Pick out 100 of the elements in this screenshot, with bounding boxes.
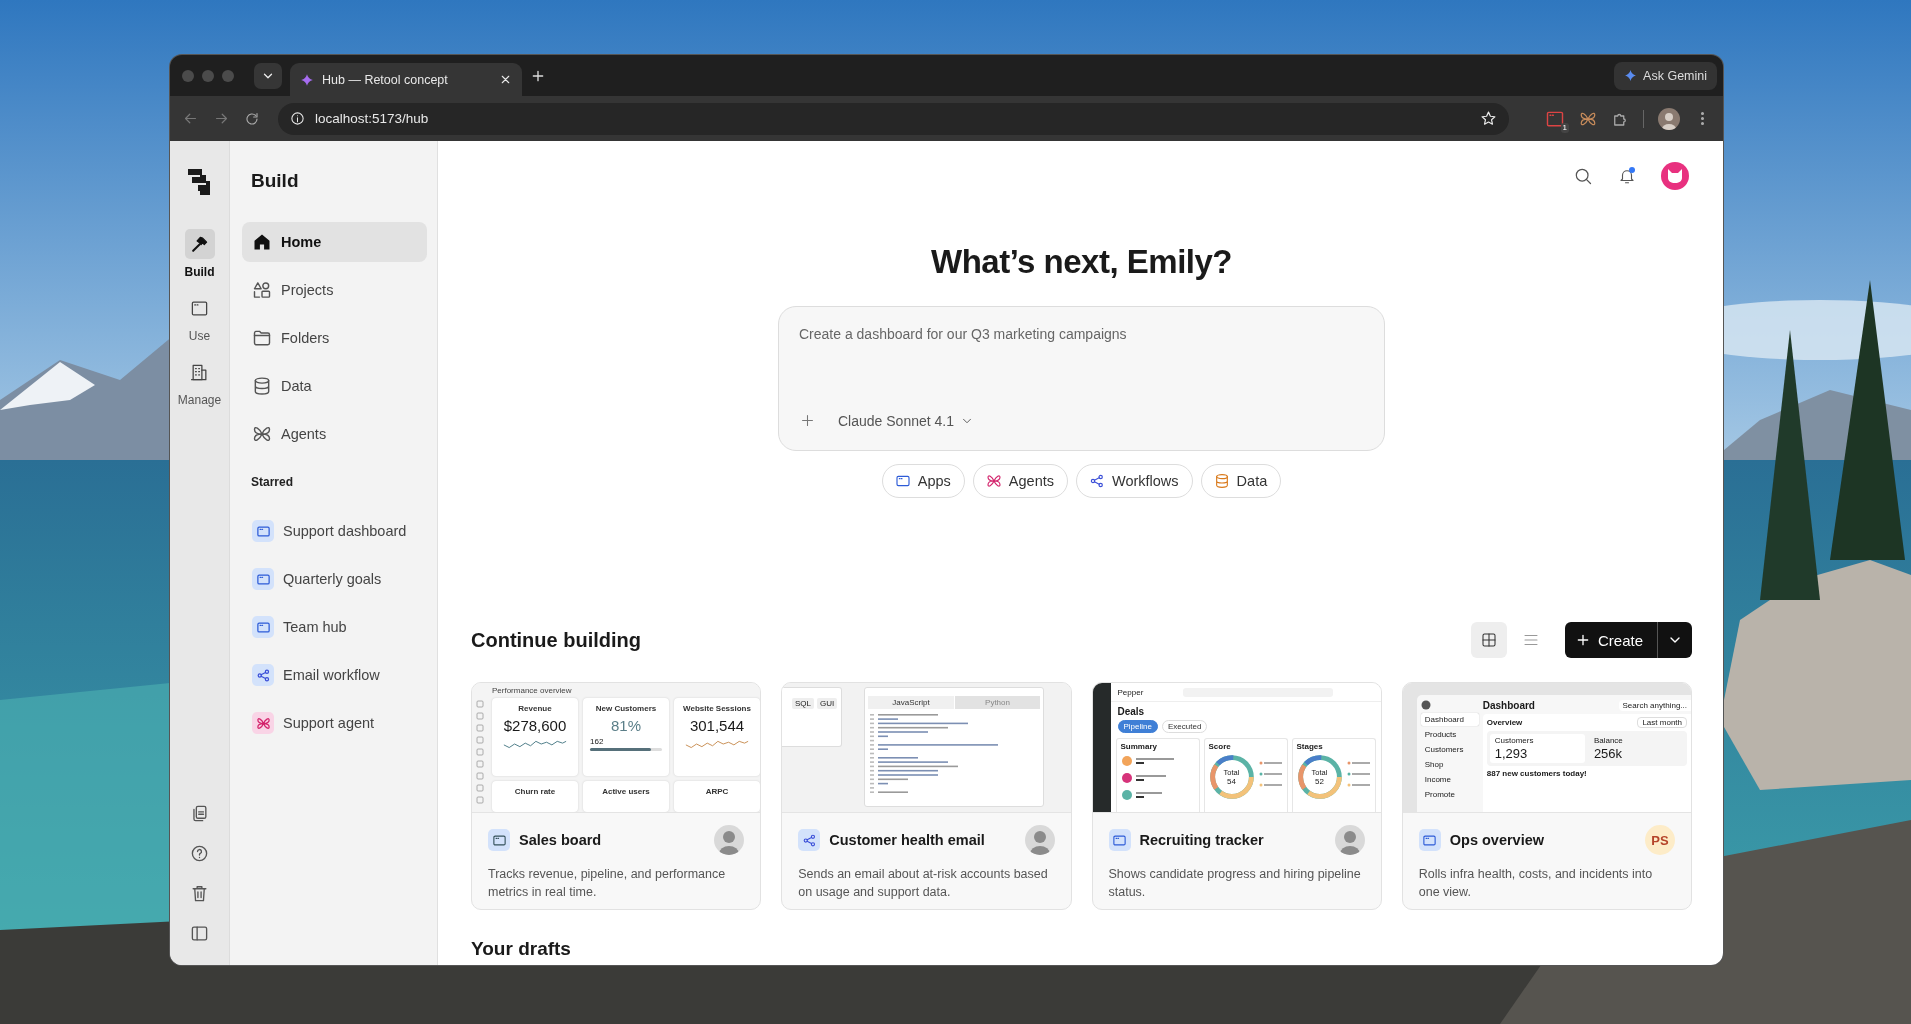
panel-note: 887 new customers today! (1486, 769, 1588, 778)
app-type-icon (1418, 829, 1441, 851)
panel-title: Summary (1120, 742, 1158, 751)
starred-item[interactable]: Support dashboard (242, 511, 427, 551)
app-type-icon (252, 568, 274, 590)
browser-tab[interactable]: Hub — Retool concept (290, 63, 522, 96)
nav-item[interactable]: Products (1420, 728, 1479, 741)
card-title: Recruiting tracker (1139, 832, 1265, 848)
category-chip[interactable]: Data (1200, 464, 1282, 498)
nav-item[interactable]: Dashboard (1420, 713, 1479, 726)
metric-label: New Customers (595, 704, 657, 713)
filter-pill[interactable]: Pipeline (1117, 720, 1158, 733)
stat-value: 1,293 (1494, 746, 1529, 761)
grid-icon (1479, 631, 1498, 649)
editor-tab[interactable]: JavaScript (868, 696, 954, 709)
nav-item[interactable]: Agents (242, 414, 427, 454)
panel-title: Stages (1296, 742, 1324, 751)
nav-item[interactable]: Data (242, 366, 427, 406)
documents-icon[interactable] (190, 804, 209, 823)
app-type-icon (1108, 829, 1131, 851)
panel-title: Overview (1486, 718, 1523, 727)
building-icon (190, 362, 209, 382)
metric-value: $278,600 (503, 717, 567, 734)
starred-item[interactable]: Team hub (242, 607, 427, 647)
metric-value: 81% (611, 717, 641, 734)
card-description: Shows candidate progress and hiring pipeline status. (1108, 866, 1362, 901)
rail-item[interactable]: Use (184, 293, 215, 343)
metric-count: 162 (590, 737, 604, 746)
section-heading: Starred (251, 475, 295, 489)
category-chip[interactable]: Workflows (1076, 464, 1193, 498)
app-type-icon (252, 664, 274, 686)
owner-avatar (1334, 825, 1365, 855)
preview-heading: Performance overview (492, 686, 573, 697)
trash-icon[interactable] (190, 884, 209, 903)
page-heading: What’s next, Emily? (930, 242, 1233, 282)
petals-icon (985, 473, 1002, 489)
sidebar-title: Build (251, 169, 300, 193)
panel-title: Score (1208, 742, 1232, 751)
starred-item[interactable]: Support agent (242, 703, 427, 743)
user-avatar[interactable] (1661, 162, 1689, 190)
logo-icon (1420, 700, 1431, 710)
section-title: Continue building (471, 628, 642, 652)
preview-heading: Deals (1117, 706, 1146, 717)
category-chip[interactable]: Agents (972, 464, 1068, 498)
metric-label: Churn rate (514, 787, 556, 796)
logo-icon (300, 72, 314, 87)
starred-item[interactable]: Quarterly goals (242, 559, 427, 599)
ask-button[interactable]: Ask Gemini (1614, 61, 1717, 90)
grid-view-button[interactable] (1470, 622, 1507, 658)
nav-item[interactable]: Income (1420, 773, 1479, 786)
tab-list-button[interactable] (254, 62, 282, 89)
stat-value: 256k (1593, 746, 1624, 761)
metric-label: ARPC (705, 787, 729, 796)
window-control (182, 69, 194, 82)
metric-label: Website Sessions (683, 704, 751, 713)
model-selector[interactable]: Claude Sonnet 4.1 (838, 412, 974, 429)
preview-heading: Dashboard (1482, 700, 1535, 711)
nav-item[interactable]: Customers (1420, 743, 1479, 756)
metric-label: Revenue (518, 704, 552, 713)
metric-label: Active users (602, 787, 650, 796)
prompt-field[interactable]: Create a dashboard for our Q3 marketing campaigns Claude Sonnet 4.1 (778, 306, 1385, 451)
card-title: Ops overview (1449, 832, 1546, 848)
card-title: Sales board (519, 832, 603, 848)
card-description: Tracks revenue, pipeline, and performance metrics in real time. (488, 866, 727, 901)
address-bar[interactable]: localhost:5173/hub (278, 102, 1509, 135)
folder-icon (252, 328, 272, 348)
app-type-icon (252, 520, 274, 542)
hammer-icon (190, 234, 209, 254)
stat-label: Customers (1494, 736, 1535, 745)
nav-item[interactable]: Home (242, 222, 427, 262)
donut-value: 54 (1227, 777, 1236, 786)
profile-avatar[interactable] (1658, 107, 1680, 130)
star-icon[interactable] (1480, 110, 1497, 127)
category-chip[interactable]: Apps (881, 464, 965, 498)
starred-item[interactable]: Email workflow (242, 655, 427, 695)
info-icon[interactable] (290, 111, 305, 126)
nav-item[interactable]: Promote (1420, 788, 1479, 801)
rail-item[interactable]: Manage (177, 357, 222, 407)
plus-icon[interactable] (799, 412, 816, 429)
close-icon[interactable] (499, 73, 512, 86)
filter-pill[interactable]: Executed (1161, 720, 1208, 733)
bell-icon[interactable] (1618, 167, 1636, 185)
owner-avatar (714, 825, 745, 855)
stat-label: Balance (1593, 736, 1624, 745)
app-brand: Pepper (1117, 687, 1144, 697)
card-description: Sends an email about at-risk accounts based on usage and support data. (798, 866, 1049, 901)
nav-item[interactable]: Shop (1420, 758, 1479, 771)
card-title: Customer health email (829, 832, 986, 848)
section-title: Your drafts (471, 937, 572, 961)
nav-item[interactable]: Projects (242, 270, 427, 310)
window-control (202, 69, 214, 82)
owner-avatar: PS (1645, 825, 1675, 855)
app-type-icon (798, 829, 821, 851)
reload-icon[interactable] (244, 110, 260, 127)
sidebar-toggle-icon[interactable] (190, 924, 209, 943)
nav-item[interactable]: Folders (242, 318, 427, 358)
help-icon[interactable] (190, 844, 209, 863)
search-icon[interactable] (1573, 166, 1593, 186)
home-icon (252, 232, 272, 252)
donut-drawing (1296, 754, 1343, 800)
